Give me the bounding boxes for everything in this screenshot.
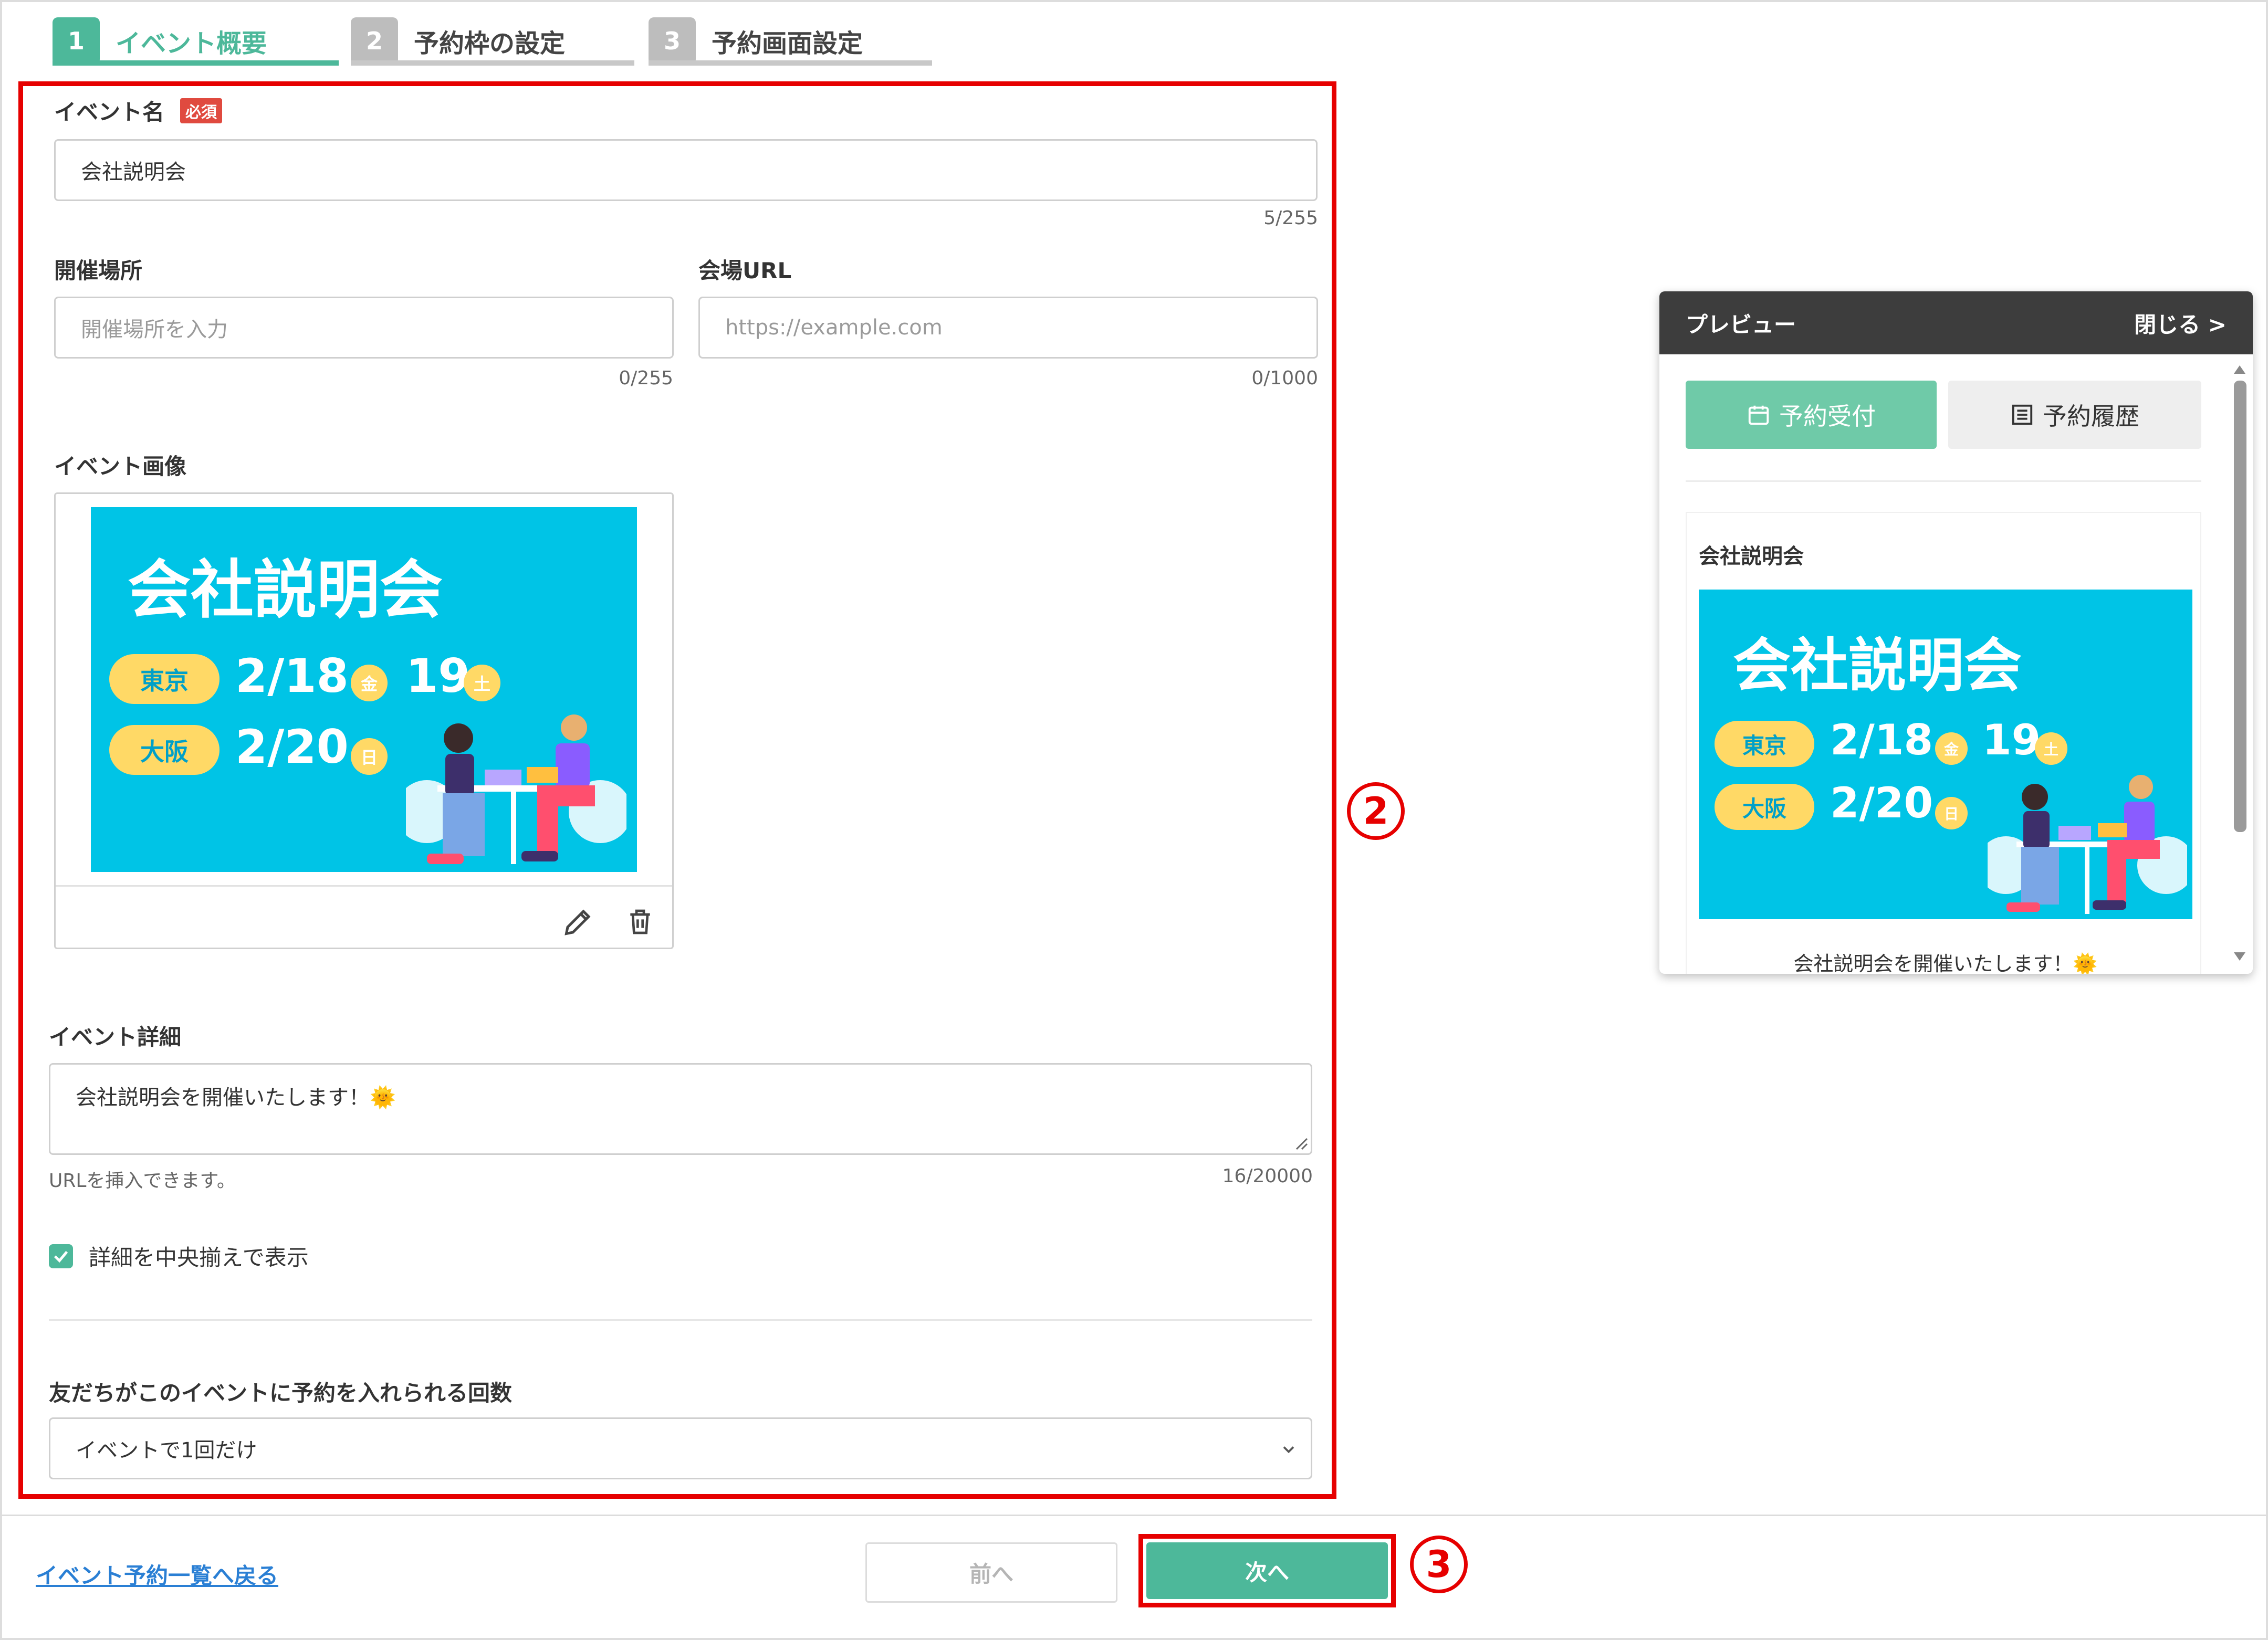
preview-event-image: 会社説明会 東京 2/18 金 19 土 大阪 2/20 日 [1699,590,2192,919]
annotation-number-3: 3 [1410,1536,1468,1593]
venue-url-counter: 0/1000 [1251,367,1318,389]
step-tab-1[interactable]: 1 イベント概要 [53,15,267,67]
step-number: 1 [53,17,100,65]
list-icon [2012,404,2033,425]
booking-limit-select[interactable]: イベントで1回だけ [49,1417,1312,1479]
promo-tokyo-date: 2/18 [1830,716,1933,764]
preview-description: 会社説明会を開催いたします！🌞 [1793,952,2098,974]
people-illustration [406,714,626,864]
promo-osaka-pill: 大阪 [1715,784,1814,830]
calendar-icon [1748,405,1769,425]
venue-input[interactable]: 開催場所を入力 [54,297,674,359]
event-name-input[interactable]: 会社説明会 [54,139,1318,201]
people-illustration [1988,775,2187,914]
preview-header: プレビュー 閉じる > [1659,291,2253,354]
step-indicator [351,60,634,66]
event-image: 会社説明会 東京 2/18 金 19 土 大阪 2/20 日 [91,507,637,872]
annotation-number-2: 2 [1347,782,1405,840]
promo-tokyo-pill: 東京 [109,654,220,704]
next-button[interactable]: 次へ [1146,1542,1388,1599]
booking-limit-label: 友だちがこのイベントに予約を入れられる回数 [49,1380,513,1406]
promo-title: 会社説明会 [1733,632,2022,699]
pencil-icon[interactable] [562,906,594,938]
venue-label: 開催場所 [54,258,143,283]
promo-osaka-pill: 大阪 [109,725,220,775]
preview-title: プレビュー [1686,311,1796,338]
event-name-label-row: イベント名 必須 [54,94,223,127]
preview-tab-history[interactable]: 予約履歴 [1948,381,2201,449]
details-counter: 16/20000 [1222,1165,1313,1187]
event-name-counter: 5/255 [1263,207,1318,229]
booking-limit-value: イベントで1回だけ [76,1438,257,1463]
promo-day-badge: 日 [351,738,388,775]
promo-osaka-date: 2/20 [235,720,349,774]
venue-counter: 0/255 [619,367,673,389]
check-icon [54,1250,68,1263]
image-card-divider [56,885,672,887]
step-number: 2 [351,17,398,65]
back-to-list-link[interactable]: イベント予約一覧へ戻る [36,1558,278,1590]
trash-icon[interactable] [625,906,655,938]
promo-day-badge: 金 [351,665,388,701]
event-name-label: イベント名 [54,99,165,125]
promo-day-badge: 土 [2035,732,2067,765]
promo-tokyo-date: 2/18 [235,649,349,703]
preview-tab-history-label: 予約履歴 [2043,402,2139,430]
event-image-label: イベント画像 [54,454,187,479]
center-align-checkbox-row[interactable]: 詳細を中央揃えで表示 [49,1240,309,1272]
preview-event-title: 会社説明会 [1699,544,1804,569]
resize-handle-icon[interactable] [1294,1137,1308,1150]
scroll-up-arrow-icon[interactable] [2232,362,2248,376]
step-indicator-active [53,60,339,66]
section-divider [49,1319,1312,1321]
event-details-textarea[interactable]: 会社説明会を開催いたします！🌞 [49,1063,1312,1155]
details-hint: URLを挿入できます。 [49,1170,236,1192]
preview-divider [1686,480,2201,482]
chevron-down-icon [1283,1446,1294,1454]
step-number: 3 [649,17,696,65]
promo-day-badge: 金 [1935,732,1968,765]
prev-button[interactable]: 前へ [865,1542,1117,1603]
step-label: イベント概要 [116,29,267,58]
event-details-label: イベント詳細 [49,1024,182,1050]
step-indicator [649,60,932,66]
event-image-card: 会社説明会 東京 2/18 金 19 土 大阪 2/20 日 [54,492,674,949]
promo-title: 会社説明会 [128,554,443,627]
promo-tokyo-date2: 19 [1982,716,2041,764]
scroll-down-arrow-icon[interactable] [2232,950,2248,964]
promo-osaka-date: 2/20 [1830,779,1933,827]
promo-tokyo-pill: 東京 [1715,721,1814,767]
venue-url-label: 会場URL [698,258,792,283]
preview-tab-reserve-label: 予約受付 [1779,402,1876,430]
preview-scrollbar-thumb[interactable] [2234,381,2246,832]
venue-url-input[interactable]: https://example.com [698,297,1318,359]
promo-day-badge: 土 [464,665,500,701]
step-tab-2[interactable]: 2 予約枠の設定 [351,15,565,67]
step-label: 予約画面設定 [712,29,863,58]
footer-divider [0,1515,2268,1516]
step-tab-3[interactable]: 3 予約画面設定 [649,15,863,67]
checkbox[interactable] [49,1244,73,1268]
preview-tab-reserve[interactable]: 予約受付 [1686,381,1937,449]
promo-tokyo-date2: 19 [406,649,471,703]
preview-close-button[interactable]: 閉じる > [2134,307,2227,339]
required-badge: 必須 [180,98,223,123]
checkbox-label: 詳細を中央揃えで表示 [89,1245,309,1270]
step-label: 予約枠の設定 [414,29,566,58]
preview-panel: プレビュー 閉じる > 予約受付 予約履歴 会社説明会 会社説明会 東京 2/1… [1659,291,2253,974]
promo-day-badge: 日 [1935,797,1968,829]
